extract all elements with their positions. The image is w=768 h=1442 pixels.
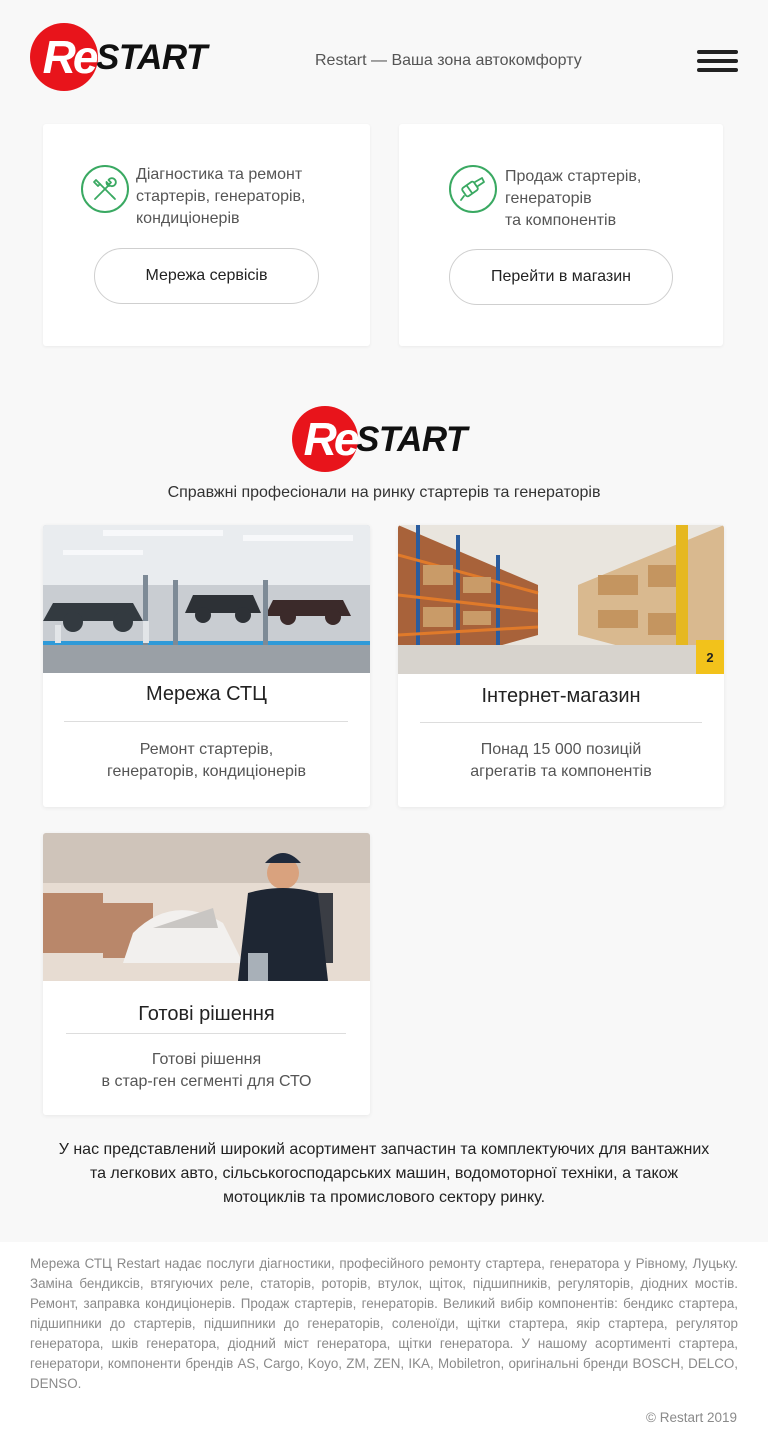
warehouse-image bbox=[398, 525, 724, 674]
service-repair-line: кондиціонерів bbox=[136, 210, 240, 227]
starter-motor-icon bbox=[449, 165, 497, 213]
about-line: мотоциклів та промислового сектору ринку… bbox=[222, 1189, 546, 1206]
tile-divider bbox=[66, 1033, 346, 1034]
service-network-button[interactable]: Мережа сервісів bbox=[94, 248, 319, 304]
mechanic-image bbox=[43, 833, 370, 981]
service-repair-line: стартерів, генераторів, bbox=[136, 188, 306, 205]
site-footer: Мережа СТЦ Restart надає послуги діагнос… bbox=[0, 1242, 768, 1442]
tile-divider bbox=[64, 721, 348, 722]
logo-re-text: Re bbox=[303, 413, 360, 465]
logo-start-text: START bbox=[96, 37, 207, 77]
tile-service-network[interactable]: Мережа СТЦ Ремонт стартерів, генераторів… bbox=[43, 525, 370, 807]
site-header: Re START Restart — Ваша зона автокомфорт… bbox=[0, 0, 768, 124]
tile-title: Інтернет-магазин bbox=[481, 685, 641, 707]
about-line: У нас представлений широкий асортимент з… bbox=[58, 1141, 710, 1158]
service-shop-description: Продаж стартерів, генераторів та компоне… bbox=[505, 166, 641, 232]
tile-description-line: в стар-ген сегменті для СТО bbox=[101, 1073, 312, 1090]
service-shop-line: Продаж стартерів, bbox=[505, 168, 642, 185]
service-shop-line: генераторів bbox=[505, 190, 592, 207]
service-card-repair: Діагностика та ремонт стартерів, генерат… bbox=[43, 124, 370, 346]
tile-description: Ремонт стартерів, генераторів, кондиціон… bbox=[43, 739, 370, 783]
tile-description: Готові рішення в стар-ген сегменті для С… bbox=[43, 1049, 370, 1093]
footer-legal-text: Мережа СТЦ Restart надає послуги діагнос… bbox=[30, 1256, 738, 1391]
garage-lifts-image bbox=[43, 525, 370, 673]
logo-start-text: START bbox=[356, 419, 467, 459]
tile-online-shop[interactable]: 2 Інтернет-магазин Понад 15 000 позицій … bbox=[398, 525, 724, 807]
about-text: У нас представлений широкий асортимент з… bbox=[40, 1138, 728, 1210]
tile-title: Мережа СТЦ bbox=[146, 683, 267, 705]
header-tagline: Restart — Ваша зона автокомфорту bbox=[315, 52, 582, 69]
footer-copyright: © Restart 2019 bbox=[646, 1410, 737, 1425]
section-subtitle: Справжні професіонали на ринку стартерів… bbox=[167, 484, 601, 501]
hamburger-icon-line bbox=[697, 59, 738, 63]
service-card-shop: Продаж стартерів, генераторів та компоне… bbox=[399, 124, 723, 346]
logo-circle: Re bbox=[292, 406, 360, 472]
tile-ready-solutions[interactable]: Готові рішення Готові рішення в стар-ген… bbox=[43, 833, 370, 1115]
logo-re-text: Re bbox=[42, 31, 99, 83]
service-repair-description: Діагностика та ремонт стартерів, генерат… bbox=[136, 164, 306, 230]
logo-circle: Re bbox=[30, 23, 98, 91]
wrench-screwdriver-icon bbox=[81, 165, 129, 213]
tile-description: Понад 15 000 позицій агрегатів та компон… bbox=[398, 739, 724, 783]
service-repair-line: Діагностика та ремонт bbox=[136, 166, 303, 183]
tile-divider bbox=[420, 722, 702, 723]
tile-title: Готові рішення bbox=[138, 1003, 275, 1025]
tile-description-line: Готові рішення bbox=[151, 1051, 262, 1068]
about-line: та легкових авто, сільськогосподарських … bbox=[89, 1165, 679, 1182]
tile-description-line: Ремонт стартерів, bbox=[139, 741, 274, 758]
carousel-badge: 2 bbox=[696, 640, 724, 674]
hamburger-menu-button[interactable] bbox=[697, 50, 739, 74]
hamburger-icon bbox=[697, 50, 738, 54]
restart-logo[interactable]: Re START bbox=[30, 23, 207, 91]
hamburger-icon-line bbox=[697, 68, 738, 72]
go-to-shop-button[interactable]: Перейти в магазин bbox=[449, 249, 673, 305]
tile-description-line: генераторів, кондиціонерів bbox=[107, 763, 306, 780]
tile-description-line: агрегатів та компонентів bbox=[470, 763, 652, 780]
service-shop-line: та компонентів bbox=[505, 212, 617, 229]
restart-logo-center: Re START bbox=[292, 406, 467, 472]
tile-description-line: Понад 15 000 позицій bbox=[480, 741, 642, 758]
